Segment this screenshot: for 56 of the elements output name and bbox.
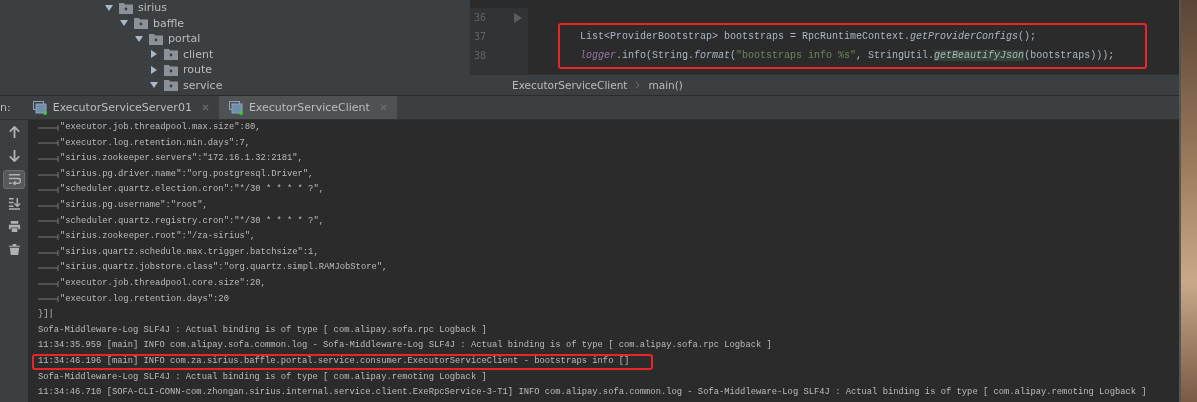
fold-marker-icon[interactable] [514, 12, 522, 23]
expand-arrow-icon[interactable] [134, 33, 144, 44]
tab-arrow-icon [38, 218, 60, 225]
log-line: "sirius.pg.username":"root", [60, 198, 208, 212]
tab-arrow-icon [38, 202, 60, 209]
package-folder-icon [134, 17, 148, 30]
log-line: }]| [38, 308, 54, 322]
log-line: "sirius.quartz.jobstore.class":"org.quartz.simpl.RAMJobStore", [60, 261, 388, 275]
log-line: Sofa-Middleware-Log SLF4J : Actual binding is of type [ com.alipay.remoting Logback ] [38, 370, 487, 384]
run-tab[interactable]: ExecutorServiceClient [218, 96, 397, 119]
tree-item[interactable]: route [183, 63, 213, 77]
log-line: "executor.job.threadpool.max.size":80, [60, 121, 261, 134]
tab-arrow-icon [38, 296, 60, 303]
tab-arrow-icon [38, 187, 60, 194]
panel-label: n: [0, 101, 12, 114]
tab-arrow-icon [38, 140, 60, 147]
tree-item[interactable]: service [183, 78, 223, 92]
tab-arrow-icon [38, 280, 60, 287]
log-line: "scheduler.quartz.registry.cron":"*/30 * * * * ?", [60, 214, 324, 228]
code-line: logger.info(String.format("bootstraps info %s", StringUtil.getBeautifyJson(bootstraps))); [580, 49, 1116, 63]
tab-arrow-icon [38, 156, 60, 162]
breadcrumb-item[interactable]: ExecutorServiceClient [512, 79, 628, 91]
tab-arrow-icon [38, 171, 60, 178]
run-config-icon [228, 100, 243, 115]
tree-item[interactable]: client [183, 47, 214, 61]
log-line: "executor.log.retention.min.days":7, [60, 136, 251, 150]
package-folder-icon [149, 32, 163, 45]
tree-item[interactable]: baffle [153, 16, 185, 30]
package-folder-icon [164, 63, 178, 76]
code-line: List<ProviderBootstrap> bootstraps = RpcRuntimeContext.getProviderConfigs(); [580, 30, 1038, 44]
log-line: "sirius.zookeeper.root":"/za-sirius", [60, 230, 256, 244]
run-config-icon [32, 100, 47, 115]
log-line: "executor.job.threadpool.core.size":20, [60, 276, 266, 290]
tab-arrow-icon [38, 249, 60, 256]
package-folder-icon [164, 48, 178, 61]
tree-item[interactable]: sirius [138, 1, 168, 15]
chevron-icon [635, 81, 641, 89]
breadcrumb-item[interactable]: main() [648, 79, 683, 91]
log-line: "executor.log.retention.days":20 [60, 292, 229, 306]
log-line: "sirius.quartz.schedule.max.trigger.batchsize":1, [60, 245, 319, 259]
expand-arrow-icon[interactable] [149, 64, 159, 75]
log-line: 11:34:35.959 [main] INFO com.alipay.sofa.common.log - Sofa-Middleware-Log SLF4J : Actual binding is of type [ com.alipay.sofa.rpc Logback ] [38, 339, 772, 353]
tab-arrow-icon [38, 124, 60, 131]
log-line: "scheduler.quartz.election.cron":"*/30 * * * * ?", [60, 183, 324, 197]
log-line: "sirius.zookeeper.servers":"172.16.1.32:2181", [60, 152, 303, 166]
tree-item[interactable]: portal [168, 32, 201, 46]
log-line: Sofa-Middleware-Log SLF4J : Actual binding is of type [ com.alipay.sofa.rpc Logback ] [38, 323, 487, 337]
package-folder-icon [164, 79, 178, 92]
log-line: "sirius.pg.driver.name":"org.postgresql.Driver", [60, 167, 314, 181]
tab-arrow-icon [38, 265, 60, 272]
log-line: 11:34:46.710 [SOFA-CLI-CONN-com.zhongan.sirius.internal.service.client.ExeRpcService-3-T1] INFO com.alipay.sofa.common.log - Sofa-Middleware-Log SLF4J : Actual binding is of type [ com.alipay.remoting Logback ] [38, 386, 1147, 400]
soft-wrap-button[interactable] [3, 170, 25, 189]
expand-arrow-icon[interactable] [149, 49, 159, 60]
log-line: 11:34:46.196 [main] INFO com.za.sirius.baffle.portal.service.consumer.ExecutorServiceClient - bootstraps info [] [38, 354, 630, 368]
expand-arrow-icon[interactable] [104, 2, 114, 13]
tab-arrow-icon [38, 233, 60, 240]
